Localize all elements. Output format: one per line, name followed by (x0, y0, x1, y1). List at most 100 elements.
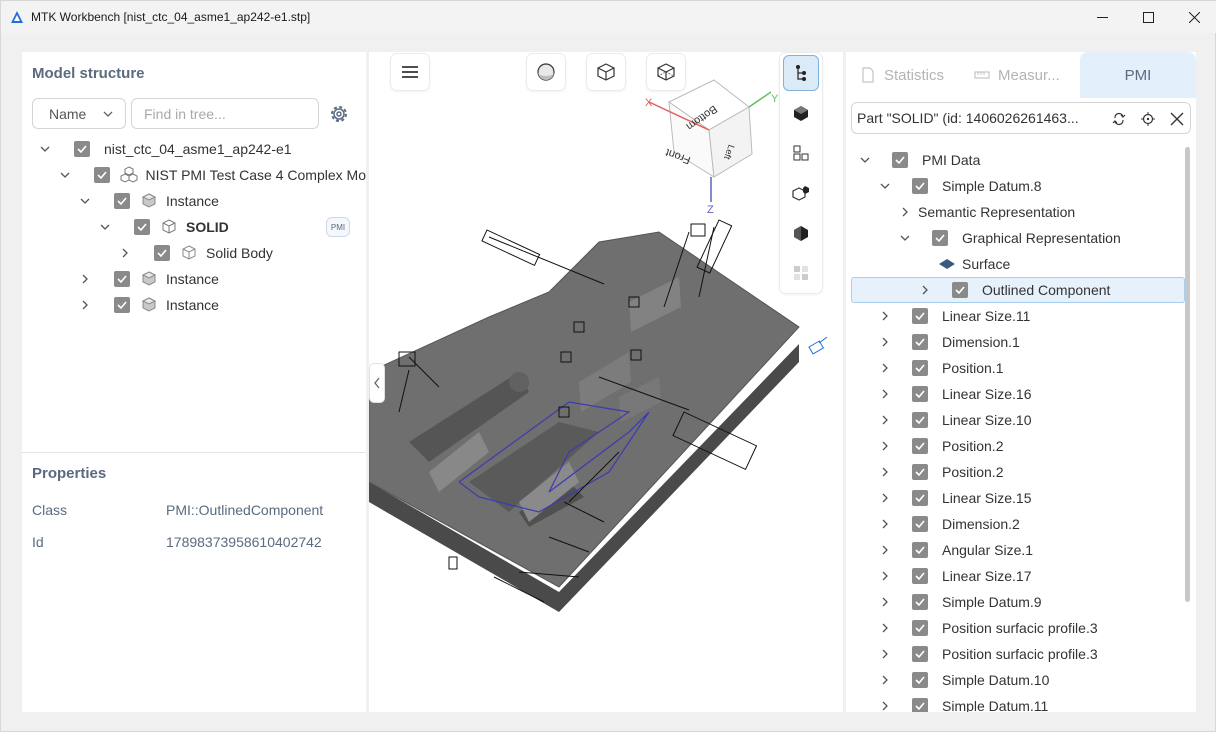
grid-view-button[interactable] (783, 255, 819, 291)
chevron-down-icon[interactable] (58, 168, 72, 182)
tree-settings-gear-icon[interactable] (328, 103, 350, 125)
tree-node[interactable]: Instance (22, 188, 366, 214)
section-view-button[interactable] (783, 215, 819, 251)
pmi-visibility-checkbox[interactable] (912, 646, 928, 662)
maximize-button[interactable] (1125, 1, 1171, 33)
pmi-tree-node[interactable]: Linear Size.10 (846, 407, 1196, 433)
pmi-tree-node[interactable]: Linear Size.11 (846, 303, 1196, 329)
pmi-visibility-checkbox[interactable] (912, 308, 928, 324)
pmi-tree-node[interactable]: Linear Size.15 (846, 485, 1196, 511)
cad-model-view[interactable]: Bottom Front Left X Y Z (369, 52, 843, 712)
tree-node[interactable]: nist_ctc_04_asme1_ap242-e1 (22, 136, 366, 162)
hamburger-menu-button[interactable] (390, 53, 430, 91)
pmi-tree-node[interactable]: Outlined Component (851, 277, 1185, 303)
tree-node[interactable]: Instance (22, 266, 366, 292)
pmi-tree-scrollbar[interactable] (1185, 147, 1190, 602)
shading-mode-button[interactable] (526, 53, 566, 91)
pmi-visibility-checkbox[interactable] (912, 360, 928, 376)
pmi-tree-node[interactable]: Simple Datum.9 (846, 589, 1196, 615)
pmi-visibility-checkbox[interactable] (912, 412, 928, 428)
pmi-tree-node[interactable]: Position.2 (846, 459, 1196, 485)
pmi-tree-node[interactable]: Position.1 (846, 355, 1196, 381)
chevron-right-icon[interactable] (898, 205, 912, 219)
pmi-tree-node[interactable]: Graphical Representation (846, 225, 1196, 251)
pmi-tree-node[interactable]: Linear Size.16 (846, 381, 1196, 407)
pmi-badge[interactable]: PMI (326, 217, 350, 237)
pmi-tree-node[interactable]: Linear Size.17 (846, 563, 1196, 589)
pmi-tree-node[interactable]: Position.2 (846, 433, 1196, 459)
pmi-visibility-checkbox[interactable] (912, 386, 928, 402)
pmi-tree-node[interactable]: Surface (846, 251, 1196, 277)
pmi-visibility-checkbox[interactable] (932, 230, 948, 246)
chevron-right-icon[interactable] (878, 335, 892, 349)
locate-button[interactable] (1139, 110, 1157, 128)
pmi-visibility-checkbox[interactable] (912, 698, 928, 712)
visibility-checkbox[interactable] (114, 193, 130, 209)
model-tree-toggle-button[interactable] (783, 55, 819, 91)
pmi-tree-node[interactable]: Simple Datum.10 (846, 667, 1196, 693)
pmi-tree-node[interactable]: Position surfacic profile.3 (846, 615, 1196, 641)
tree-node[interactable]: Solid Body (22, 240, 366, 266)
chevron-right-icon[interactable] (878, 491, 892, 505)
pmi-visibility-checkbox[interactable] (912, 516, 928, 532)
chevron-right-icon[interactable] (878, 543, 892, 557)
visibility-checkbox[interactable] (114, 271, 130, 287)
pmi-visibility-checkbox[interactable] (952, 282, 968, 298)
pmi-tree-node[interactable]: PMI Data (846, 147, 1196, 173)
tree-node[interactable]: Instance (22, 292, 366, 318)
pmi-visibility-checkbox[interactable] (892, 152, 908, 168)
chevron-right-icon[interactable] (878, 387, 892, 401)
pmi-visibility-checkbox[interactable] (912, 334, 928, 350)
pmi-tree-node[interactable]: Simple Datum.11 (846, 693, 1196, 712)
visibility-checkbox[interactable] (154, 245, 170, 261)
minimize-button[interactable] (1079, 1, 1125, 33)
chevron-right-icon[interactable] (878, 595, 892, 609)
pmi-visibility-checkbox[interactable] (912, 672, 928, 688)
projection-button[interactable] (646, 53, 686, 91)
chevron-right-icon[interactable] (878, 569, 892, 583)
chevron-right-icon[interactable] (878, 465, 892, 479)
chevron-right-icon[interactable] (878, 439, 892, 453)
pmi-visibility-checkbox[interactable] (912, 594, 928, 610)
3d-viewport[interactable]: Bottom Front Left X Y Z (369, 52, 843, 712)
chevron-right-icon[interactable] (878, 309, 892, 323)
visibility-checkbox[interactable] (134, 219, 150, 235)
chevron-right-icon[interactable] (878, 647, 892, 661)
tree-node[interactable]: NIST PMI Test Case 4 Complex Mo (22, 162, 366, 188)
pmi-tree-node[interactable]: Semantic Representation (846, 199, 1196, 225)
close-window-button[interactable] (1171, 1, 1216, 33)
part-selector[interactable]: Part "SOLID" (id: 1406026261463... (851, 102, 1191, 134)
chevron-right-icon[interactable] (878, 361, 892, 375)
visibility-checkbox[interactable] (114, 297, 130, 313)
pmi-tree-node[interactable]: Simple Datum.8 (846, 173, 1196, 199)
chevron-right-icon[interactable] (118, 246, 132, 260)
view-cube[interactable]: Bottom Front Left X Y Z (645, 79, 779, 216)
visibility-checkbox[interactable] (74, 141, 90, 157)
visibility-checkbox[interactable] (93, 167, 110, 183)
chevron-down-icon[interactable] (858, 153, 872, 167)
chevron-right-icon[interactable] (878, 621, 892, 635)
sync-button[interactable] (1110, 110, 1128, 128)
chevron-right-icon[interactable] (78, 298, 92, 312)
sort-select[interactable]: Name (32, 98, 126, 129)
chevron-down-icon[interactable] (38, 142, 52, 156)
collapse-left-panel-handle[interactable] (369, 363, 385, 403)
chevron-right-icon[interactable] (878, 517, 892, 531)
chevron-down-icon[interactable] (78, 194, 92, 208)
chevron-down-icon[interactable] (98, 220, 112, 234)
view-mode-button[interactable] (586, 53, 626, 91)
pmi-tree-node[interactable]: Dimension.1 (846, 329, 1196, 355)
layout-button[interactable] (783, 135, 819, 171)
exploded-view-button[interactable] (783, 175, 819, 211)
pmi-visibility-checkbox[interactable] (912, 620, 928, 636)
pmi-visibility-checkbox[interactable] (912, 464, 928, 480)
pmi-visibility-checkbox[interactable] (912, 568, 928, 584)
chevron-right-icon[interactable] (878, 413, 892, 427)
pmi-visibility-checkbox[interactable] (912, 490, 928, 506)
pmi-tree-node[interactable]: Angular Size.1 (846, 537, 1196, 563)
pmi-visibility-checkbox[interactable] (912, 178, 928, 194)
pmi-visibility-checkbox[interactable] (912, 438, 928, 454)
chevron-down-icon[interactable] (898, 231, 912, 245)
tab-measurements[interactable]: Measur... (974, 52, 1080, 98)
chevron-down-icon[interactable] (878, 179, 892, 193)
